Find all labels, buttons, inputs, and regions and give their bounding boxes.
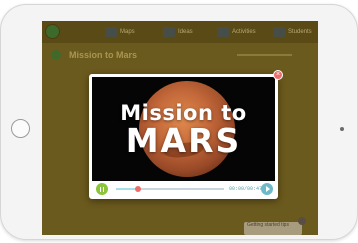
video-modal: Mission to MARS 00:00/00:47 bbox=[89, 74, 278, 199]
camera-dot bbox=[340, 127, 344, 131]
video-controls: 00:00/00:47 bbox=[92, 181, 275, 197]
nav-item-ideas[interactable]: Ideas bbox=[163, 25, 193, 39]
maps-icon bbox=[105, 27, 117, 37]
tip-badge bbox=[298, 217, 306, 225]
logo-icon[interactable] bbox=[46, 25, 59, 38]
tips-panel[interactable]: Getting started tips bbox=[244, 222, 302, 235]
time-readout: 00:00/00:47 bbox=[229, 186, 263, 192]
nav-label: Ideas bbox=[178, 29, 193, 35]
page-header: Mission to Mars bbox=[42, 47, 318, 63]
page-title: Mission to Mars bbox=[69, 50, 138, 60]
header-divider bbox=[237, 54, 292, 56]
ideas-icon bbox=[163, 27, 175, 37]
nav-label: Maps bbox=[120, 29, 135, 35]
pause-icon bbox=[102, 186, 105, 192]
nav-item-students[interactable]: Students bbox=[273, 25, 312, 39]
video-title-line2: MARS bbox=[125, 121, 242, 160]
nav-item-activities[interactable]: Activities bbox=[217, 25, 256, 39]
pause-button[interactable] bbox=[96, 183, 108, 195]
pause-icon bbox=[99, 186, 102, 192]
top-navigation: Maps Ideas Activities Students bbox=[42, 21, 318, 43]
nav-label: Students bbox=[288, 29, 312, 35]
progress-knob[interactable] bbox=[134, 186, 141, 192]
nav-item-maps[interactable]: Maps bbox=[105, 25, 135, 39]
next-button[interactable] bbox=[261, 183, 273, 195]
activities-icon bbox=[217, 27, 229, 37]
progress-track[interactable] bbox=[116, 186, 224, 192]
nav-label: Activities bbox=[232, 29, 256, 35]
home-button[interactable] bbox=[11, 119, 30, 138]
mission-icon bbox=[51, 50, 61, 60]
students-icon bbox=[273, 27, 285, 37]
video-frame[interactable]: Mission to MARS bbox=[92, 77, 275, 181]
next-icon bbox=[265, 186, 270, 192]
close-icon[interactable]: × bbox=[273, 70, 283, 80]
tablet-frame: Maps Ideas Activities Students Mission t… bbox=[0, 4, 358, 240]
